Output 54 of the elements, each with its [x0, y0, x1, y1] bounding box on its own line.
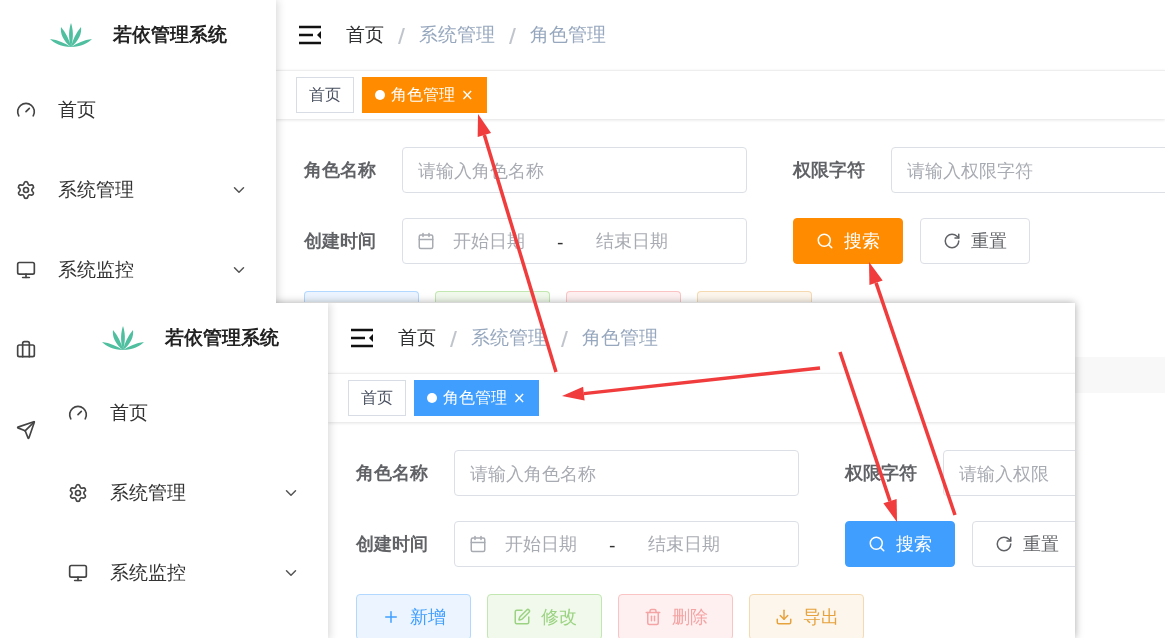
gear-icon [68, 483, 88, 503]
dashboard-icon [16, 100, 36, 120]
edit-icon [512, 608, 531, 626]
text-input[interactable]: 请输入角色名称 [454, 450, 799, 496]
range-separator: - [556, 230, 565, 252]
breadcrumb-separator: / [398, 24, 405, 46]
sidebar-item[interactable]: 系统管理 [52, 465, 328, 521]
monitor-icon [16, 260, 36, 280]
page-tab[interactable]: 首页 [348, 380, 406, 416]
brand-title: 若依管理系统 [113, 22, 227, 47]
dashboard-icon [68, 403, 88, 423]
text-input[interactable]: 请输入权限字符 [891, 147, 1165, 193]
menu-fold-icon[interactable] [350, 328, 374, 348]
brand-title: 若依管理系统 [165, 325, 279, 350]
sidebar-item[interactable]: 首页 [52, 385, 328, 441]
menu-fold-icon[interactable] [298, 25, 322, 45]
text-input[interactable]: 请输入权限 [943, 450, 1075, 496]
start-date-placeholder: 开始日期 [505, 532, 577, 556]
search-icon [816, 232, 834, 250]
breadcrumb-separator: / [450, 327, 457, 349]
calendar-icon [417, 232, 435, 250]
briefcase-icon[interactable] [16, 340, 36, 360]
reset-button[interactable]: 重置 [972, 521, 1075, 567]
field-label: 创建时间 [304, 229, 377, 253]
field-label: 权限字符 [793, 158, 866, 182]
sidebar-item[interactable]: 系统监控 [52, 545, 328, 601]
refresh-icon [995, 535, 1013, 553]
monitor-icon [68, 563, 88, 583]
download-icon [774, 608, 793, 626]
gear-icon [16, 180, 36, 200]
sidebar-item[interactable]: 首页 [0, 82, 276, 138]
breadcrumb-separator: / [508, 24, 516, 46]
breadcrumb-item[interactable]: 首页 [398, 325, 436, 351]
field-label: 角色名称 [304, 158, 377, 182]
sidebar-item[interactable]: 系统监控 [0, 242, 276, 298]
sidebar-item[interactable]: 系统管理 [0, 162, 276, 218]
field-label: 创建时间 [356, 532, 429, 556]
breadcrumb-item: 角色管理 [581, 325, 658, 350]
date-range-field[interactable]: 开始日期 - 结束日期 [454, 521, 799, 567]
refresh-icon [943, 232, 961, 250]
end-date-placeholder: 结束日期 [647, 532, 720, 556]
breadcrumb-item[interactable]: 首页 [346, 22, 384, 48]
calendar-icon [469, 535, 487, 553]
field-label: 角色名称 [356, 461, 429, 485]
page-tab[interactable]: 首页 [296, 77, 354, 113]
breadcrumb-item: 角色管理 [529, 22, 606, 47]
search-icon [868, 535, 886, 553]
end-date-placeholder: 结束日期 [595, 229, 668, 253]
trash-icon [643, 608, 662, 626]
paper-plane-icon[interactable] [16, 420, 36, 440]
breadcrumb-separator: / [560, 327, 568, 349]
toolbar-button[interactable] [435, 291, 550, 302]
range-separator: - [608, 533, 617, 555]
reset-button[interactable]: 重置 [920, 218, 1030, 264]
